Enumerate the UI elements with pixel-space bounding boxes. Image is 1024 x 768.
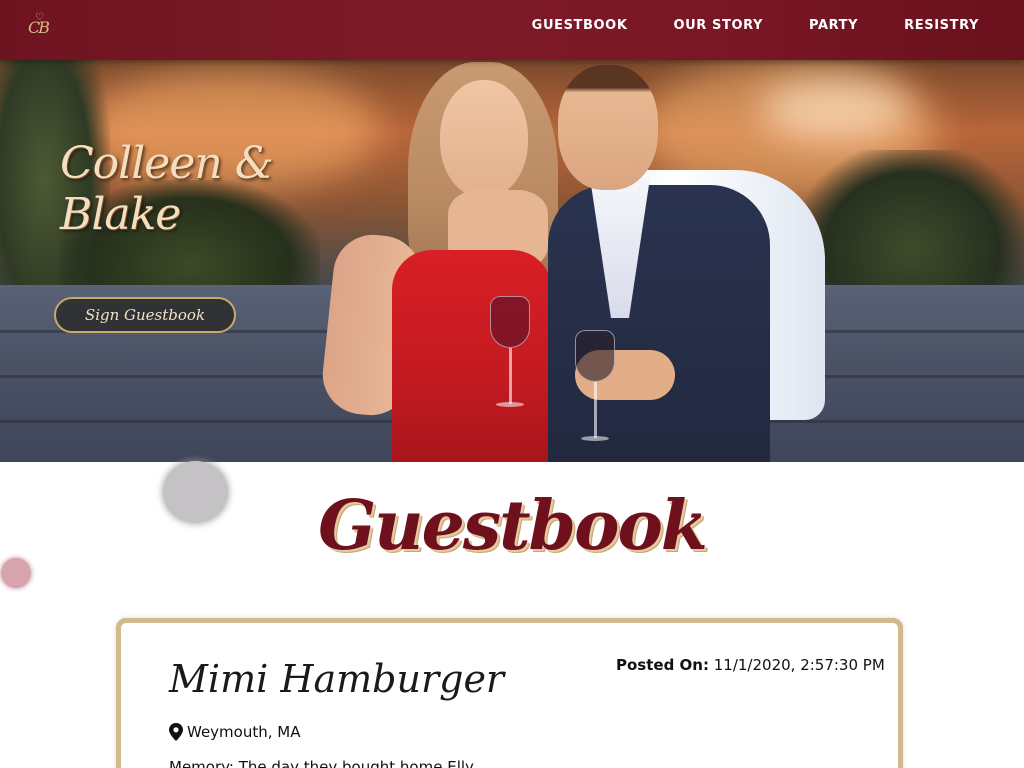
- memory-text: The day they bought home Elly: [238, 758, 474, 768]
- posted-on-value: 11/1/2020, 2:57:30 PM: [713, 656, 885, 674]
- couple-photo-woman-face: [440, 80, 528, 198]
- location-text: Weymouth, MA: [187, 723, 301, 741]
- posted-on: Posted On: 11/1/2020, 2:57:30 PM: [616, 656, 885, 674]
- nav-links: GUESTBOOK OUR STORY PARTY RESISTRY: [532, 0, 979, 50]
- nav-link-party[interactable]: PARTY: [809, 18, 858, 33]
- guest-location: Weymouth, MA: [169, 723, 300, 741]
- sign-guestbook-button[interactable]: Sign Guestbook: [54, 297, 236, 333]
- couple-photo-man-head: [558, 65, 658, 190]
- background-light: [760, 80, 910, 140]
- guest-name: Mimi Hamburger: [169, 657, 505, 701]
- heart-icon: ♡: [35, 12, 44, 23]
- guest-memory: Memory: The day they bought home Elly: [169, 758, 474, 768]
- location-pin-icon: [169, 723, 183, 741]
- hero-banner: Colleen & Blake Sign Guestbook: [0, 60, 1024, 462]
- posted-on-label: Posted On:: [616, 656, 709, 674]
- nav-link-registry[interactable]: RESISTRY: [904, 18, 979, 33]
- nav-link-our-story[interactable]: OUR STORY: [674, 18, 764, 33]
- hero-title: Colleen & Blake: [60, 138, 274, 240]
- wine-glass-icon: [490, 296, 530, 416]
- wine-glass-icon: [575, 330, 615, 450]
- nav-link-guestbook[interactable]: GUESTBOOK: [532, 18, 628, 33]
- top-navbar: ♡ CB GUESTBOOK OUR STORY PARTY RESISTRY: [0, 0, 1024, 60]
- guestbook-heading: Guestbook: [318, 486, 708, 566]
- memory-label: Memory:: [169, 758, 234, 768]
- site-logo[interactable]: ♡ CB: [16, 12, 60, 44]
- guestbook-entry-card: Mimi Hamburger Posted On: 11/1/2020, 2:5…: [116, 618, 903, 768]
